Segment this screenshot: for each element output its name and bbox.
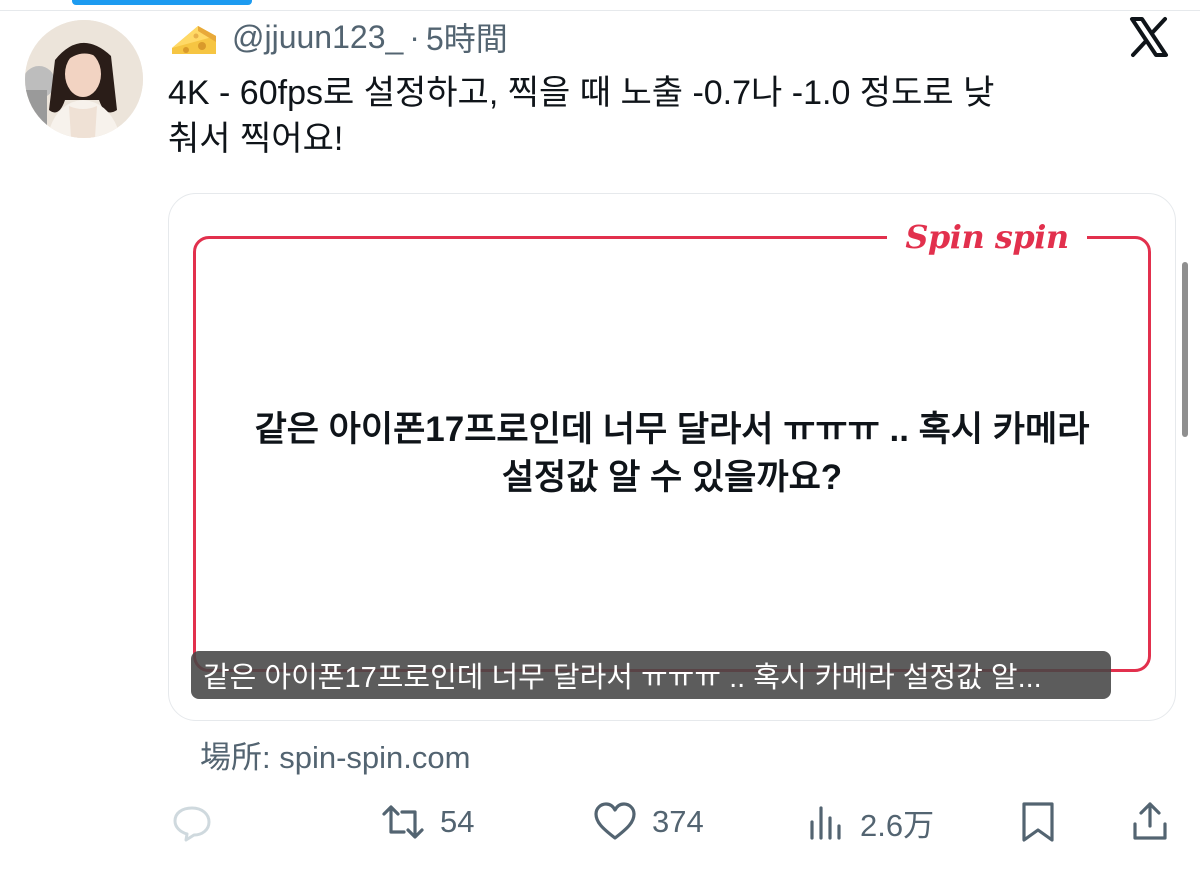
post-timestamp[interactable]: 5時間 xyxy=(426,14,508,60)
bookmark-button[interactable] xyxy=(1018,790,1058,854)
post-text: 4K - 60fps로 설정하고, 찍을 때 노출 -0.7나 -1.0 정도로… xyxy=(168,74,995,158)
cheese-emoji-icon xyxy=(172,26,216,54)
scrollbar[interactable] xyxy=(1182,262,1188,437)
share-icon xyxy=(1133,802,1167,840)
views-icon xyxy=(810,806,841,840)
reply-button[interactable] xyxy=(170,790,228,854)
card-source-location[interactable]: 場所: spin-spin.com xyxy=(200,732,470,777)
heart-icon xyxy=(594,802,636,840)
top-scroll-indicator xyxy=(72,0,252,5)
repost-button[interactable]: 54 xyxy=(380,790,474,854)
card-question-text: 같은 아이폰17프로인데 너무 달라서 ㅠㅠㅠ .. 혹시 카메라 설정값 알 … xyxy=(254,410,1090,497)
reply-icon xyxy=(173,806,211,842)
like-count: 374 xyxy=(652,804,704,839)
avatar[interactable] xyxy=(25,20,143,138)
meta-separator: · xyxy=(409,18,420,55)
post-header: @jjuun123_ · 5時間 xyxy=(168,14,508,60)
like-button[interactable]: 374 xyxy=(592,790,704,854)
view-count: 2.6万 xyxy=(860,807,935,843)
top-divider xyxy=(0,10,1200,11)
bookmark-icon xyxy=(1022,802,1054,842)
avatar-image xyxy=(25,20,143,138)
repost-count: 54 xyxy=(440,804,475,839)
action-bar: 54 374 2.6万 xyxy=(168,790,1174,854)
link-card[interactable]: Spin spin 같은 아이폰17프로인데 너무 달라서 ㅠㅠㅠ .. 혹시 … xyxy=(168,193,1176,721)
repost-icon xyxy=(382,805,424,839)
views-button[interactable]: 2.6万 xyxy=(806,790,934,854)
brand-logo-text: Spin spin xyxy=(905,218,1069,256)
x-logo-icon[interactable] xyxy=(1126,14,1172,60)
share-button[interactable] xyxy=(1130,790,1170,854)
card-caption-text: 같은 아이폰17프로인데 너무 달라서 ㅠㅠㅠ .. 혹시 카메라 설정값 알.… xyxy=(203,662,1042,694)
card-caption: 같은 아이폰17프로인데 너무 달라서 ㅠㅠㅠ .. 혹시 카메라 설정값 알.… xyxy=(191,651,1111,699)
brand-logo: Spin spin xyxy=(887,214,1087,260)
author-handle[interactable]: @jjuun123_ xyxy=(232,19,403,56)
